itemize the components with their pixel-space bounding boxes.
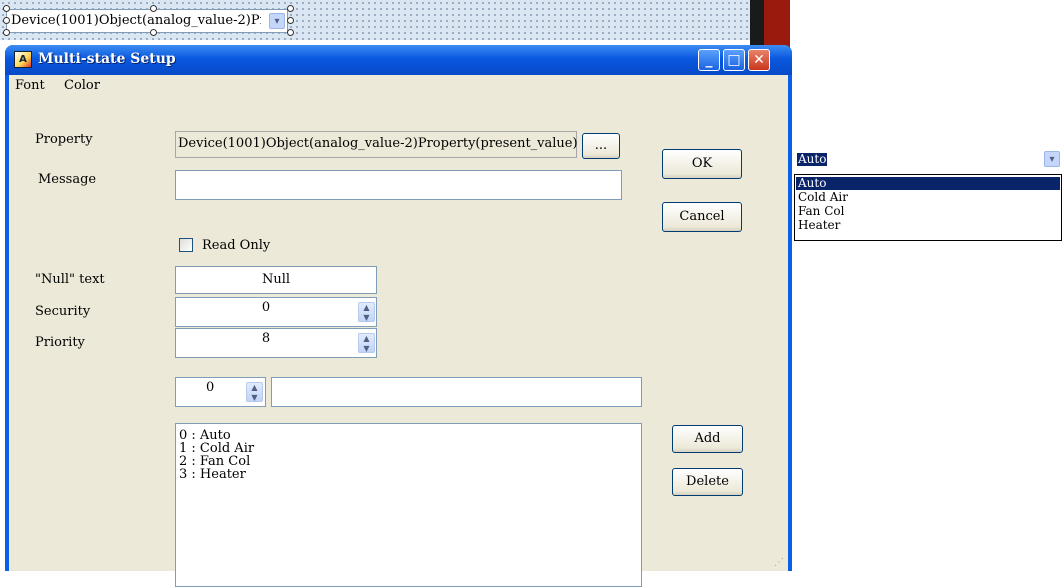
dropdown-option[interactable]: Heater — [796, 219, 1060, 232]
null-text-label: "Null" text — [35, 272, 105, 287]
menu-font[interactable]: Font — [15, 78, 45, 93]
close-button[interactable]: ✕ — [748, 49, 770, 71]
menu-color[interactable]: Color — [64, 78, 100, 93]
chevron-down-icon[interactable]: ▾ — [1044, 151, 1060, 167]
add-button[interactable]: Add — [672, 425, 743, 453]
property-field: Device(1001)Object(analog_value-2)Proper… — [175, 131, 578, 158]
maximize-button[interactable]: □ — [723, 49, 745, 71]
ok-button[interactable]: OK — [662, 149, 742, 179]
spin-arrows-icon[interactable]: ▲ ▼ — [358, 302, 375, 322]
resize-handle[interactable] — [287, 29, 294, 36]
resize-handle[interactable] — [3, 29, 10, 36]
resize-handle[interactable] — [3, 5, 10, 12]
resize-grip-icon[interactable]: ⋰ — [774, 557, 786, 569]
dropdown-option[interactable]: Fan Col — [796, 205, 1060, 218]
delete-button[interactable]: Delete — [672, 468, 743, 496]
read-only-checkbox[interactable] — [179, 238, 193, 252]
property-label: Property — [35, 132, 93, 147]
title-bar[interactable]: A Multi-state Setup _ □ ✕ — [5, 45, 792, 75]
message-input[interactable] — [175, 170, 622, 200]
state-text-input[interactable] — [271, 377, 642, 407]
read-only-label[interactable]: Read Only — [202, 238, 270, 253]
minimize-button[interactable]: _ — [698, 49, 720, 71]
dropdown-selected-value: Auto — [797, 152, 828, 166]
property-value: Device(1001)Object(analog_value-2)Proper… — [178, 136, 578, 151]
security-label: Security — [35, 304, 91, 319]
null-text-input[interactable]: Null — [175, 266, 377, 294]
app-icon: A — [14, 51, 32, 68]
resize-handle[interactable] — [150, 29, 157, 36]
dropdown-option[interactable]: Auto — [796, 177, 1060, 190]
browse-button[interactable]: ... — [582, 133, 620, 159]
spin-arrows-icon[interactable]: ▲ ▼ — [358, 333, 375, 353]
dialog-body: Font Color Property Message "Null" text … — [9, 75, 788, 587]
menu-bar: Font Color — [9, 75, 788, 97]
list-item[interactable]: 3 : Heater — [179, 468, 246, 481]
states-listbox[interactable]: 0 : Auto 1 : Cold Air 2 : Fan Col 3 : He… — [175, 423, 642, 587]
null-text-value: Null — [261, 272, 291, 287]
security-value: 0 — [261, 300, 271, 315]
resize-handle[interactable] — [287, 5, 294, 12]
priority-label: Priority — [35, 335, 85, 350]
security-input[interactable]: 0 ▲ ▼ — [175, 297, 377, 327]
resize-handle[interactable] — [150, 5, 157, 12]
priority-input[interactable]: 8 ▲ ▼ — [175, 328, 377, 358]
dialog-title: Multi-state Setup — [38, 51, 176, 67]
chevron-down-icon[interactable]: ▾ — [269, 13, 285, 29]
cancel-button[interactable]: Cancel — [662, 202, 742, 232]
dropdown-list[interactable]: Auto Cold Air Fan Col Heater — [794, 174, 1062, 241]
message-label: Message — [38, 172, 97, 187]
state-index-input[interactable]: 0 ▲ ▼ — [175, 377, 266, 407]
canvas-combo-text: Device(1001)Object(analog_value-2)Pr — [11, 13, 261, 28]
canvas-combo-widget[interactable]: Device(1001)Object(analog_value-2)Pr ▾ — [6, 9, 288, 33]
priority-value: 8 — [261, 331, 271, 346]
dropdown-option[interactable]: Cold Air — [796, 191, 1060, 204]
multi-state-setup-dialog: A Multi-state Setup _ □ ✕ Font Color Pro… — [5, 45, 792, 587]
resize-handle[interactable] — [3, 17, 10, 24]
state-index-value: 0 — [206, 380, 215, 395]
spin-arrows-icon[interactable]: ▲ ▼ — [246, 382, 263, 402]
dropdown-select[interactable]: Auto — [795, 151, 1061, 169]
resize-handle[interactable] — [287, 17, 294, 24]
